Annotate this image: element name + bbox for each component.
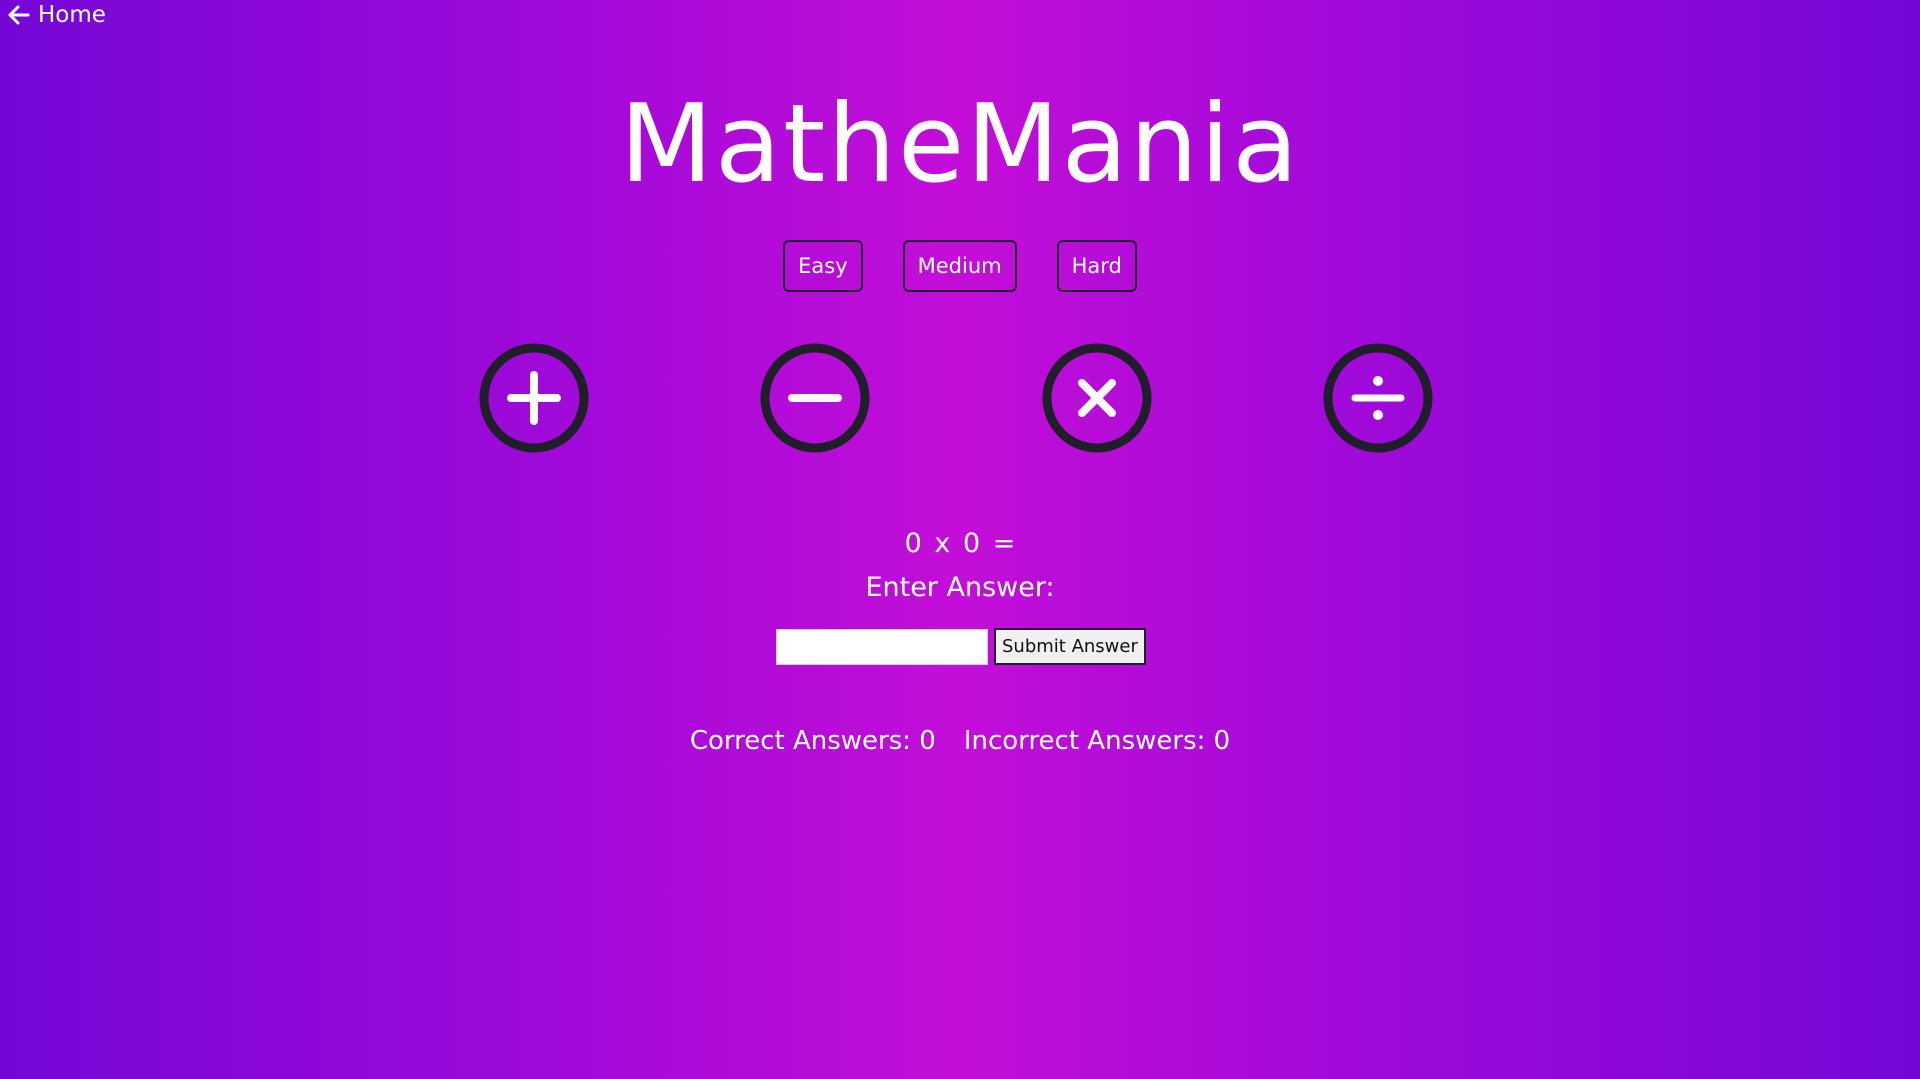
division-button[interactable] <box>1323 343 1433 453</box>
minus-icon <box>760 343 870 453</box>
submit-answer-button[interactable]: Submit Answer <box>994 628 1146 665</box>
hard-button[interactable]: Hard <box>1056 240 1137 292</box>
operation-selector <box>0 343 1920 453</box>
multiplication-button[interactable] <box>1042 343 1152 453</box>
arrow-left-icon <box>8 5 30 25</box>
difficulty-selector: Easy Medium Hard <box>0 240 1920 292</box>
plus-icon <box>479 343 589 453</box>
medium-button[interactable]: Medium <box>902 240 1017 292</box>
answer-input[interactable] <box>776 628 988 665</box>
left-operand: 0 <box>904 528 922 559</box>
divide-icon <box>1323 343 1433 453</box>
addition-button[interactable] <box>479 343 589 453</box>
easy-button[interactable]: Easy <box>783 240 863 292</box>
correct-answers-count: Correct Answers: 0 <box>689 726 936 756</box>
equals-sign: = <box>992 528 1016 559</box>
app-title: MatheMania <box>619 82 1301 207</box>
home-label: Home <box>38 2 106 28</box>
operator-symbol: x <box>934 528 951 559</box>
incorrect-answers-count: Incorrect Answers: 0 <box>963 726 1231 756</box>
home-link[interactable]: Home <box>8 2 106 28</box>
answer-prompt: Enter Answer: <box>865 572 1055 603</box>
multiply-icon <box>1042 343 1152 453</box>
score-board: Correct Answers: 0 Incorrect Answers: 0 <box>0 721 1920 761</box>
subtraction-button[interactable] <box>760 343 870 453</box>
right-operand: 0 <box>962 528 981 559</box>
answer-form: Submit Answer <box>776 628 1146 665</box>
math-question: 0 x 0 = <box>0 524 1920 564</box>
